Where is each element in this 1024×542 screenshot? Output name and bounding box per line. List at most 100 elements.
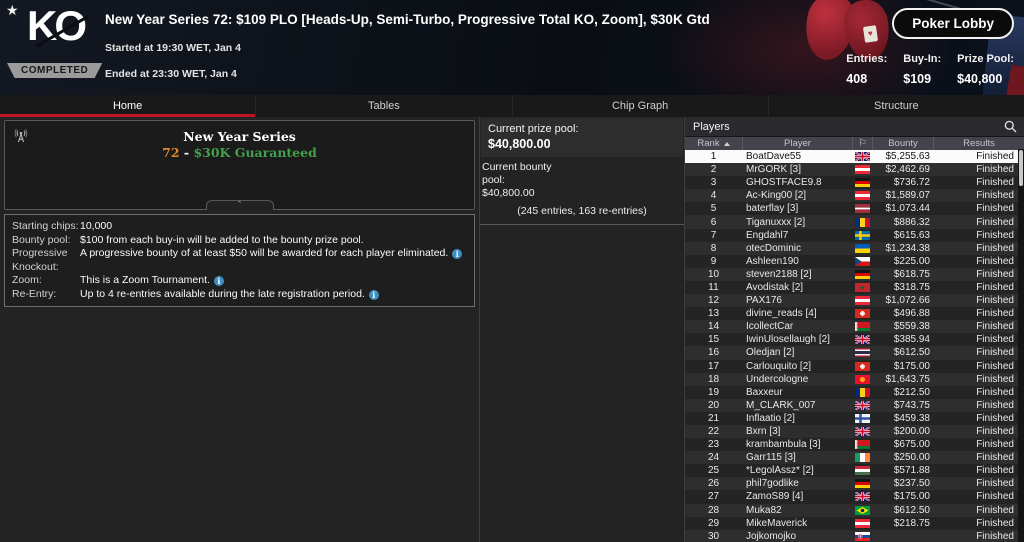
tab-structure[interactable]: Structure [767,95,1024,117]
table-row[interactable]: 4 Ac-King00 [2] $1,589.07 Finished [685,189,1024,203]
info-icon[interactable]: i [452,249,463,259]
series-banner: New Year Series 72 - $30K Guaranteed ⌃ [4,120,475,210]
column-flag[interactable]: ⚐ [852,137,872,150]
bounty-cell: $612.50 [893,347,930,359]
bounty-cell: $496.88 [893,308,930,320]
player-name-cell: MikeMaverick [746,517,808,529]
result-cell: Finished [976,452,1014,464]
table-row[interactable]: 21 Inflaatio [2] $459.38 Finished [685,411,1024,425]
player-name-cell: Jojkomojko [746,530,797,542]
table-row[interactable]: 14 IcollectCar $559.38 Finished [685,320,1024,334]
rank-cell: 28 [707,504,720,516]
player-name-cell: Avodistak [2] [746,281,804,293]
player-name-cell: Ashleen190 [746,255,799,267]
table-row[interactable]: 1 BoatDave55 $5,255.63 Finished [685,150,1024,164]
home-panel: New Year Series 72 - $30K Guaranteed ⌃ S… [0,117,480,542]
players-scrollbar[interactable] [1018,149,1024,542]
entries-label: Entries: [846,53,888,65]
result-cell: Finished [976,373,1014,385]
players-scrollbar-thumb[interactable] [1019,150,1023,186]
info-row: Starting chips: 10,000 [12,220,467,234]
rank-cell: 12 [707,295,720,307]
table-row[interactable]: 24 Garr115 [3] $250.00 Finished [685,451,1024,465]
column-rank[interactable]: Rank [685,137,742,150]
country-flag-icon-ro [852,217,872,227]
country-flag-icon-fi [852,413,872,423]
country-flag-icon-br [852,505,872,515]
bounty-cell: $736.72 [893,177,930,189]
poker-lobby-button[interactable]: Poker Lobby [892,8,1014,39]
table-row[interactable]: 10 steven2188 [2] $618.75 Finished [685,267,1024,281]
country-flag-icon-ro [852,387,872,397]
current-bounty-pool: Current bounty pool: $40,800.00 [480,158,684,200]
table-row[interactable]: 5 baterflay [3] $1,073.44 Finished [685,202,1024,216]
table-row[interactable]: 17 Carlouquito [2] $175.00 Finished [685,359,1024,373]
table-row[interactable]: 7 Engdahl7 $615.63 Finished [685,228,1024,242]
column-bounty[interactable]: Bounty [872,137,933,150]
rank-cell: 6 [710,216,717,228]
info-icon[interactable]: i [368,289,379,300]
country-flag-icon-ma [852,282,872,292]
tab-chip-graph[interactable]: Chip Graph [511,95,768,117]
table-row[interactable]: 12 PAX176 $1,072.66 Finished [685,294,1024,308]
table-row[interactable]: 18 Undercologne $1,643.75 Finished [685,372,1024,386]
info-icon[interactable]: i [213,276,224,286]
table-row[interactable]: 11 Avodistak [2] $318.75 Finished [685,280,1024,295]
bounty-cell: $1,073.44 [885,203,931,215]
player-name-cell: Bxrn [3] [746,426,781,438]
search-icon[interactable] [1004,120,1017,136]
player-name-cell: steven2188 [2] [746,268,812,280]
player-name-cell: IcollectCar [746,321,794,333]
bounty-cell: $612.50 [893,504,930,516]
bounty-cell: $1,072.66 [885,295,931,307]
table-row[interactable]: 15 IwinUlosellaugh [2] $385.94 Finished [685,333,1024,347]
column-results[interactable]: Results [933,137,1024,150]
table-row[interactable]: 22 Bxrn [3] $200.00 Finished [685,424,1024,439]
country-flag-icon-gb [852,335,872,345]
result-cell: Finished [976,386,1014,398]
table-row[interactable]: 3 GHOSTFACE9.8 $736.72 Finished [685,176,1024,190]
country-flag-icon-de [852,479,872,489]
player-name-cell: krambambula [3] [746,439,821,451]
result-cell: Finished [976,491,1014,503]
result-cell: Finished [976,308,1014,320]
table-row[interactable]: 25 *LegolÁssz* [2] $571.88 Finished [685,464,1024,478]
country-flag-icon-at [852,191,872,201]
country-flag-icon-th [852,348,872,358]
table-row[interactable]: 28 Muka82 $612.50 Finished [685,503,1024,517]
result-cell: Finished [976,478,1014,490]
collapse-banner-button[interactable]: ⌃ [205,200,274,210]
table-row[interactable]: 13 divine_reads [4] $496.88 Finished [685,307,1024,321]
table-row[interactable]: 6 Tiganuxxx [2] $886.32 Finished [685,215,1024,229]
broadcast-icon [13,128,29,149]
result-cell: Finished [976,439,1014,451]
players-panel: Players Rank Player ⚐ Bounty Results 1 B… [685,117,1024,542]
rank-cell: 5 [710,203,717,215]
country-flag-icon-sk [852,531,872,541]
player-name-cell: MrGORK [3] [746,164,802,176]
table-row[interactable]: 29 MikeMaverick $218.75 Finished [685,516,1024,530]
table-row[interactable]: 16 Oledjan [2] $612.50 Finished [685,346,1024,360]
table-row[interactable]: 26 phil7godlike $237.50 Finished [685,477,1024,491]
entries-value: 408 [846,72,868,86]
table-row[interactable]: 23 krambambula [3] $675.00 Finished [685,438,1024,452]
table-row[interactable]: 2 MrGORK [3] $2,462.69 Finished [685,163,1024,177]
table-row[interactable]: 19 Baxxeur $212.50 Finished [685,385,1024,399]
bounty-cell: $175.00 [893,491,930,503]
country-flag-icon-gb [852,492,872,502]
entries-stat: Entries: 408 [846,53,887,86]
player-name-cell: Engdahl7 [746,229,789,241]
column-player[interactable]: Player [742,137,852,150]
tab-tables[interactable]: Tables [255,95,511,117]
table-row[interactable]: 8 otecDominic $1,234.38 Finished [685,241,1024,255]
table-row[interactable]: 27 ZamoS89 [4] $175.00 Finished [685,490,1024,504]
result-cell: Finished [976,268,1014,280]
favorite-star-icon[interactable]: ★ [6,2,19,19]
table-row[interactable]: 20 M_CLARK_007 $743.75 Finished [685,398,1024,412]
rank-cell: 24 [707,452,720,464]
tab-home[interactable]: Home [0,95,256,117]
player-name-cell: Baxxeur [746,386,783,398]
table-row[interactable]: 30 Jojkomojko Finished [685,529,1024,542]
rank-cell: 3 [710,177,717,189]
table-row[interactable]: 9 Ashleen190 $225.00 Finished [685,254,1024,268]
